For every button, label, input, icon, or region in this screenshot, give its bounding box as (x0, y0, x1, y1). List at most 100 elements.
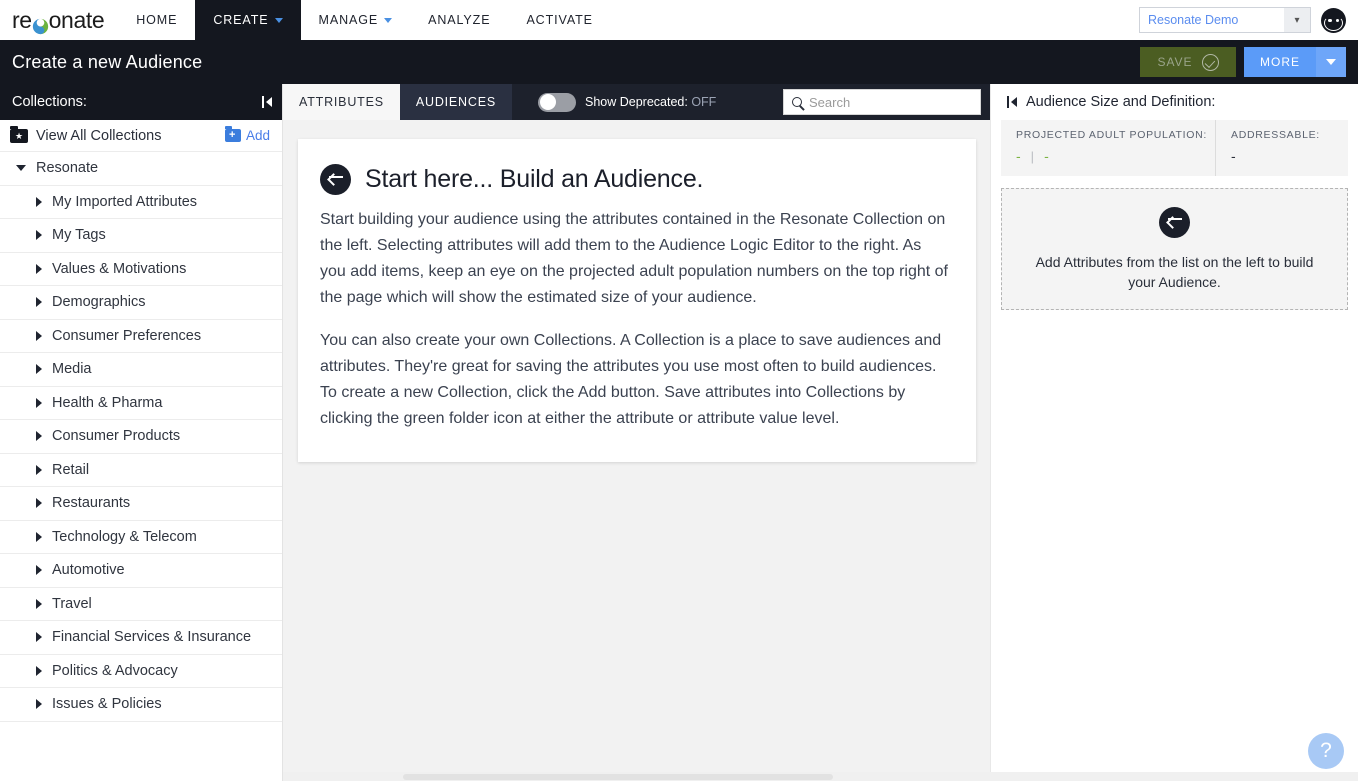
tree-item-retail[interactable]: Retail (0, 454, 282, 487)
chevron-down-icon (274, 17, 283, 23)
avatar-hair (1325, 10, 1342, 19)
tree-item-values-motivations[interactable]: Values & Motivations (0, 253, 282, 286)
nav-item-manage[interactable]: MANAGE (301, 0, 411, 40)
save-button-label: SAVE (1157, 55, 1193, 69)
tree-item-travel[interactable]: Travel (0, 588, 282, 621)
nav-item-home[interactable]: HOME (118, 0, 195, 40)
collections-sidebar: Collections: ★ View All Collections + Ad… (0, 84, 283, 781)
audience-panel-title: Audience Size and Definition: (1026, 94, 1216, 110)
show-deprecated-control: Show Deprecated: OFF (512, 84, 716, 120)
stat-projected-adult-population: PROJECTED ADULT POPULATION: - | - (1001, 120, 1216, 176)
tree-item-my-imported-attributes[interactable]: My Imported Attributes (0, 186, 282, 219)
search-input[interactable] (809, 94, 972, 110)
tree-item-label: Media (52, 361, 92, 378)
collapse-left-icon[interactable] (1007, 96, 1017, 108)
tree-item-restaurants[interactable]: Restaurants (0, 487, 282, 521)
tree-item-label: Resonate (36, 160, 99, 177)
tree-item-issues-policies[interactable]: Issues & Policies (0, 688, 282, 722)
tree-item-health-pharma[interactable]: Health & Pharma (0, 387, 282, 420)
add-collection-button[interactable]: + Add (224, 126, 270, 143)
tab-audiences[interactable]: AUDIENCES (399, 84, 512, 120)
tree-item-demographics[interactable]: Demographics (0, 286, 282, 320)
toggle-knob (539, 94, 556, 110)
tab-audiences-label: AUDIENCES (415, 95, 496, 109)
sidebar-empty-space (0, 721, 282, 781)
scrollbar-thumb[interactable] (403, 773, 833, 780)
tree-item-label: Consumer Preferences (52, 327, 202, 344)
tree-item-consumer-products[interactable]: Consumer Products (0, 420, 282, 454)
triangle-right-icon (36, 632, 42, 643)
avatar[interactable] (1321, 7, 1346, 33)
intro-header: Start here... Build an Audience. (320, 164, 948, 195)
triangle-right-icon (36, 665, 42, 676)
sidebar-item-view-all-collections[interactable]: ★ View All Collections + Add (0, 120, 282, 152)
top-navigation-bar: re onate HOME CREATE MANAGE ANALYZE ACTI… (0, 0, 1358, 40)
folder-star-icon: ★ (10, 125, 28, 143)
tree-item-politics-advocacy[interactable]: Politics & Advocacy (0, 655, 282, 688)
audience-panel-header: Audience Size and Definition: (1001, 84, 1348, 120)
show-deprecated-toggle[interactable] (538, 92, 576, 112)
show-deprecated-text: Show Deprecated: (585, 95, 688, 109)
tree-item-label: Automotive (52, 562, 125, 579)
tree-item-technology-telecom[interactable]: Technology & Telecom (0, 521, 282, 554)
folder-plus-icon: + (224, 126, 241, 142)
show-deprecated-label: Show Deprecated: OFF (585, 95, 716, 109)
save-button[interactable]: SAVE (1140, 47, 1236, 77)
stat-population-value-2: - (1044, 148, 1049, 164)
nav-item-activate-label: ACTIVATE (526, 13, 593, 27)
triangle-right-icon (36, 330, 42, 341)
triangle-right-icon (36, 263, 42, 274)
tree-item-label: Values & Motivations (52, 260, 187, 277)
logo-text: re onate (12, 7, 105, 34)
audience-stats: PROJECTED ADULT POPULATION: - | - ADDRES… (1001, 120, 1348, 176)
more-button-label: MORE (1260, 55, 1300, 69)
search-box[interactable] (783, 89, 981, 115)
tree-item-label: Financial Services & Insurance (52, 629, 252, 646)
intro-title: Start here... Build an Audience. (365, 165, 704, 193)
triangle-right-icon (36, 498, 42, 509)
circle-arrow-left-icon (320, 164, 351, 195)
page-actions: SAVE MORE (1140, 47, 1358, 77)
account-select[interactable]: Resonate Demo ▾ (1139, 7, 1311, 33)
tree-item-financial-services-insurance[interactable]: Financial Services & Insurance (0, 621, 282, 655)
tree-item-label: Politics & Advocacy (52, 662, 178, 679)
stat-addressable-value: - (1231, 148, 1236, 164)
audience-dropzone[interactable]: Add Attributes from the list on the left… (1001, 188, 1348, 310)
stat-addressable-label: ADDRESSABLE: (1231, 129, 1320, 141)
tree-item-my-tags[interactable]: My Tags (0, 219, 282, 253)
collections-tree: Resonate My Imported Attributes My Tags … (0, 152, 282, 722)
stat-addressable-values: - (1231, 148, 1320, 164)
search-icon (792, 97, 802, 107)
tree-item-label: Retail (52, 461, 90, 478)
nav-item-create[interactable]: CREATE (195, 0, 301, 40)
account-select-value: Resonate Demo (1148, 13, 1239, 27)
view-all-collections-label: View All Collections (36, 127, 162, 144)
tree-item-label: Consumer Products (52, 428, 181, 445)
more-button[interactable]: MORE (1244, 47, 1346, 77)
tree-item-media[interactable]: Media (0, 353, 282, 387)
tree-item-label: Technology & Telecom (52, 528, 197, 545)
nav-item-analyze-label: ANALYZE (428, 13, 491, 27)
chevron-down-icon (384, 17, 393, 23)
intro-card: Start here... Build an Audience. Start b… (298, 139, 976, 462)
center-body: Start here... Build an Audience. Start b… (283, 120, 990, 781)
help-button[interactable]: ? (1308, 733, 1344, 769)
page-layout: Collections: ★ View All Collections + Ad… (0, 84, 1358, 781)
tree-item-label: My Imported Attributes (52, 193, 198, 210)
triangle-right-icon (36, 565, 42, 576)
nav-item-analyze[interactable]: ANALYZE (410, 0, 508, 40)
tree-item-consumer-preferences[interactable]: Consumer Preferences (0, 320, 282, 353)
chevron-down-icon: ▾ (1284, 8, 1310, 32)
horizontal-scrollbar[interactable] (283, 772, 1358, 781)
nav-item-activate[interactable]: ACTIVATE (508, 0, 610, 40)
tree-item-automotive[interactable]: Automotive (0, 554, 282, 588)
triangle-right-icon (36, 397, 42, 408)
stat-population-divider: | (1030, 148, 1035, 164)
more-dropdown-toggle[interactable] (1316, 47, 1346, 77)
brand-logo[interactable]: re onate (0, 0, 118, 40)
tree-item-label: My Tags (52, 227, 106, 244)
triangle-right-icon (36, 464, 42, 475)
tree-item-resonate[interactable]: Resonate (0, 152, 282, 186)
tab-attributes[interactable]: ATTRIBUTES (283, 84, 400, 120)
collapse-left-icon[interactable] (262, 96, 272, 108)
